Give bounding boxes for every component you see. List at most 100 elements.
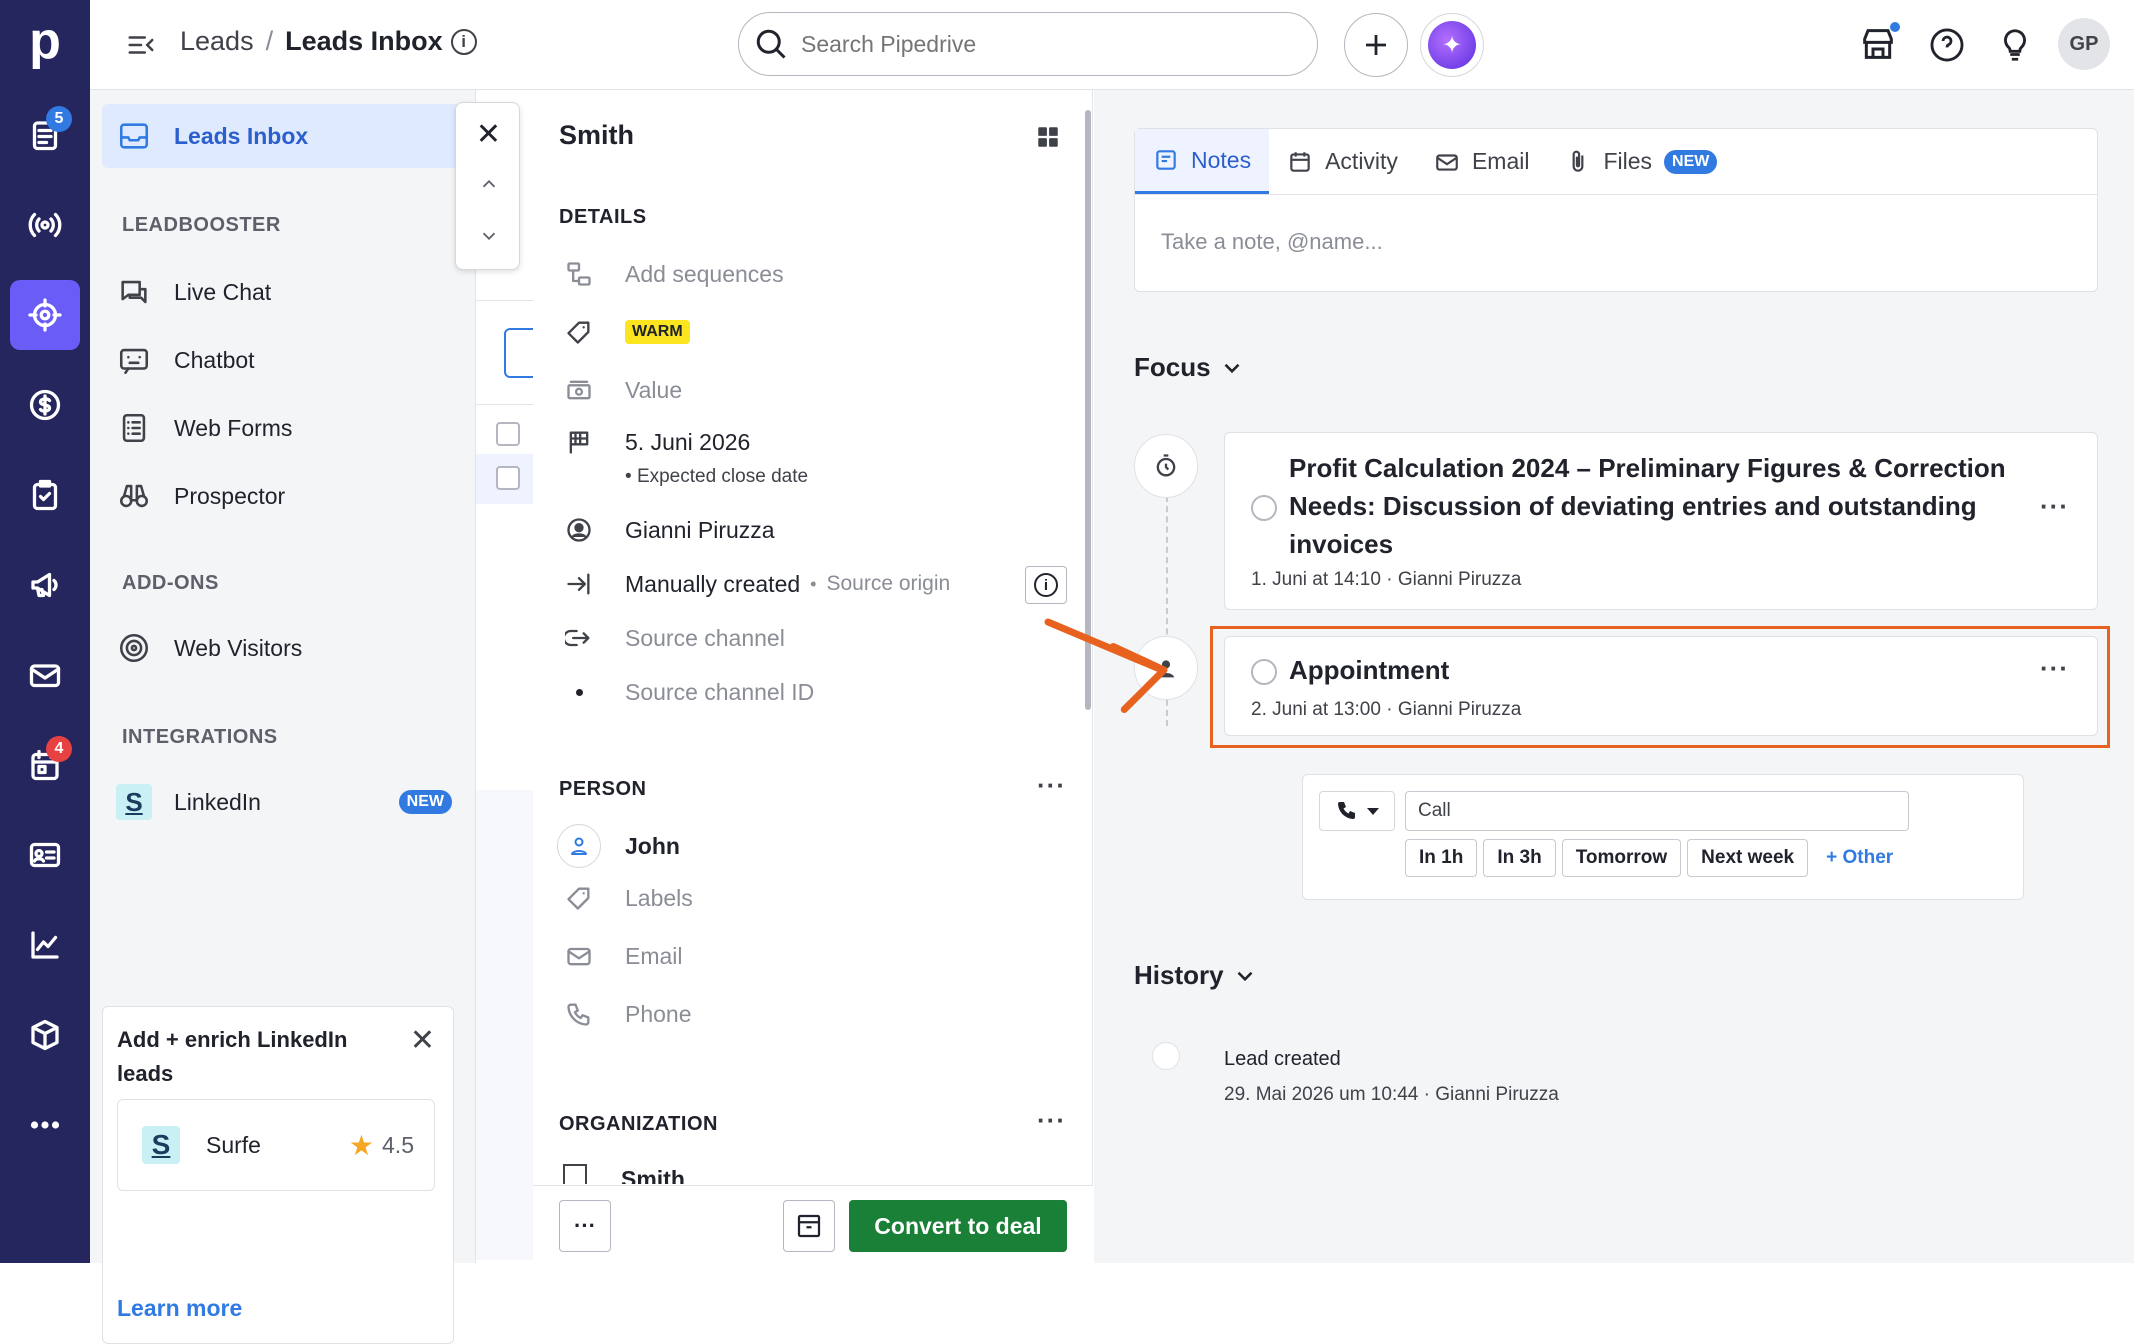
calendar-icon bbox=[1290, 151, 1310, 172]
owner-row[interactable]: Gianni Piruzza bbox=[563, 514, 775, 546]
archive-button[interactable] bbox=[783, 1200, 835, 1252]
organization-row[interactable]: Smith bbox=[563, 1164, 863, 1184]
page-title: Leads Inbox bbox=[285, 26, 443, 56]
section-heading: INTEGRATIONS bbox=[122, 726, 278, 748]
tab-notes[interactable]: Notes bbox=[1135, 129, 1270, 194]
close-date: 5. Juni 2026 bbox=[625, 428, 751, 455]
broadcast-icon[interactable] bbox=[10, 190, 80, 260]
close-panel-icon[interactable]: ✕ bbox=[456, 117, 521, 152]
activity-title[interactable]: Profit Calculation 2024 – Preliminary Fi… bbox=[1289, 449, 2009, 563]
more-icon[interactable] bbox=[10, 1090, 80, 1160]
info-icon[interactable]: i bbox=[450, 28, 477, 55]
source-channel-id-row[interactable]: Source channel ID bbox=[563, 676, 814, 708]
activity-done-checkbox[interactable] bbox=[1251, 659, 1277, 685]
activity-card[interactable]: Profit Calculation 2024 – Preliminary Fi… bbox=[1224, 432, 2098, 610]
sidebar-item-leads-inbox[interactable]: Leads Inbox bbox=[102, 104, 462, 168]
marketplace-icon[interactable] bbox=[1858, 22, 1900, 64]
next-lead-icon[interactable] bbox=[456, 225, 521, 247]
source-origin-icon bbox=[563, 568, 595, 600]
add-sequences: Add sequences bbox=[625, 260, 784, 287]
learn-more-link[interactable]: Learn more bbox=[117, 1295, 242, 1322]
labels-row[interactable]: WARM bbox=[563, 316, 690, 348]
layout-grid-icon[interactable] bbox=[1035, 124, 1061, 150]
in-3h-button[interactable]: In 3h bbox=[1483, 839, 1556, 877]
megaphone-icon[interactable] bbox=[10, 550, 80, 620]
note-input[interactable]: Take a note, @name... bbox=[1161, 229, 1383, 255]
box-icon[interactable] bbox=[10, 1000, 80, 1070]
list-divider bbox=[476, 404, 534, 405]
other-button[interactable]: + Other bbox=[1826, 847, 1893, 869]
clipboard-icon[interactable] bbox=[10, 460, 80, 530]
person-name[interactable]: John bbox=[625, 833, 680, 860]
person-more-icon[interactable]: ··· bbox=[1037, 770, 1066, 801]
activity-done-checkbox[interactable] bbox=[1251, 495, 1277, 521]
person-row[interactable]: John bbox=[557, 824, 680, 868]
activity-title[interactable]: Appointment bbox=[1289, 655, 1449, 686]
notification-badge: 5 bbox=[46, 106, 72, 132]
activity-type-select[interactable] bbox=[1319, 791, 1395, 831]
history-heading[interactable]: History bbox=[1134, 960, 1258, 991]
close-date-row[interactable]: 5. Juni 2026 bbox=[563, 426, 750, 458]
history-dot-icon bbox=[1152, 1042, 1180, 1070]
lead-detail-panel: Smith DETAILS Add sequences WARM Value 5… bbox=[533, 90, 1093, 1263]
add-sequences-row[interactable]: Add sequences bbox=[563, 258, 784, 290]
row-checkbox[interactable] bbox=[496, 466, 520, 490]
lightbulb-icon[interactable] bbox=[1996, 26, 2034, 64]
organization-more-icon[interactable]: ··· bbox=[1037, 1105, 1066, 1136]
in-1h-button[interactable]: In 1h bbox=[1405, 839, 1478, 877]
notes-icon[interactable]: 5 bbox=[10, 100, 80, 170]
row-checkbox[interactable] bbox=[496, 422, 520, 446]
more-actions-button[interactable]: ··· bbox=[559, 1200, 611, 1252]
sidebar-item-linkedin[interactable]: S LinkedIn NEW bbox=[102, 770, 462, 834]
target-icon[interactable] bbox=[10, 280, 80, 350]
quick-add-card: In 1h In 3h Tomorrow Next week + Other bbox=[1302, 774, 2024, 900]
email-placeholder: Email bbox=[625, 942, 683, 969]
convert-to-deal-button[interactable]: Convert to deal bbox=[849, 1200, 1067, 1252]
phone-icon bbox=[1338, 802, 1355, 819]
composer-card: Notes Activity Email Files NEW Take a no… bbox=[1134, 128, 2098, 292]
activity-more-icon[interactable]: ··· bbox=[2040, 491, 2069, 522]
close-icon[interactable]: ✕ bbox=[410, 1026, 435, 1056]
lead-title: Smith bbox=[559, 120, 635, 150]
menu-collapse-icon[interactable] bbox=[124, 30, 158, 60]
organization-name: Smith bbox=[621, 1166, 685, 1184]
owner-name: Gianni Piruzza bbox=[625, 516, 775, 543]
app-card[interactable]: S Surfe ★ 4.5 bbox=[117, 1099, 435, 1191]
section-heading: LEADBOOSTER bbox=[122, 214, 281, 236]
person-phone-row[interactable]: Phone bbox=[563, 998, 692, 1030]
tomorrow-button[interactable]: Tomorrow bbox=[1561, 839, 1682, 877]
tab-email[interactable]: Email bbox=[1416, 129, 1548, 194]
person-email-row[interactable]: Email bbox=[563, 940, 683, 972]
person-labels-row[interactable]: Labels bbox=[563, 882, 693, 914]
value-row[interactable]: Value bbox=[563, 374, 682, 406]
calendar-icon[interactable]: 4 bbox=[10, 730, 80, 800]
tag-icon bbox=[563, 882, 595, 914]
activity-subject-input[interactable] bbox=[1405, 791, 1909, 831]
search-input[interactable] bbox=[801, 30, 1281, 58]
notification-dot bbox=[1890, 22, 1900, 32]
contact-card-icon[interactable] bbox=[10, 820, 80, 890]
ai-assistant-button[interactable]: ✦ bbox=[1420, 13, 1484, 77]
activity-more-icon[interactable]: ··· bbox=[2040, 653, 2069, 684]
add-button[interactable] bbox=[1344, 13, 1408, 77]
sidebar-item-label: Chatbot bbox=[174, 346, 255, 373]
help-icon[interactable] bbox=[1928, 26, 1966, 64]
focus-heading[interactable]: Focus bbox=[1134, 352, 1245, 383]
source-info-icon[interactable]: i bbox=[1025, 566, 1067, 604]
breadcrumb-root[interactable]: Leads bbox=[180, 26, 254, 57]
tab-files[interactable]: Files NEW bbox=[1547, 129, 1735, 194]
label-badge[interactable]: WARM bbox=[625, 320, 690, 344]
new-badge: NEW bbox=[1664, 149, 1718, 174]
avatar[interactable]: GP bbox=[2058, 18, 2110, 70]
pipedrive-logo[interactable]: p bbox=[22, 15, 68, 68]
search-bar[interactable] bbox=[738, 12, 1318, 76]
previous-lead-icon[interactable] bbox=[456, 173, 521, 195]
dollar-icon[interactable] bbox=[10, 370, 80, 440]
source-channel-row[interactable]: Source channel bbox=[563, 622, 785, 654]
activity-card[interactable]: Appointment ··· 2. Juni at 13:00 · Giann… bbox=[1224, 636, 2098, 736]
chart-icon[interactable] bbox=[10, 910, 80, 980]
mail-icon[interactable] bbox=[10, 640, 80, 710]
next-week-button[interactable]: Next week bbox=[1687, 839, 1809, 877]
tab-activity[interactable]: Activity bbox=[1269, 129, 1416, 194]
chevron-down-icon bbox=[1237, 971, 1252, 981]
